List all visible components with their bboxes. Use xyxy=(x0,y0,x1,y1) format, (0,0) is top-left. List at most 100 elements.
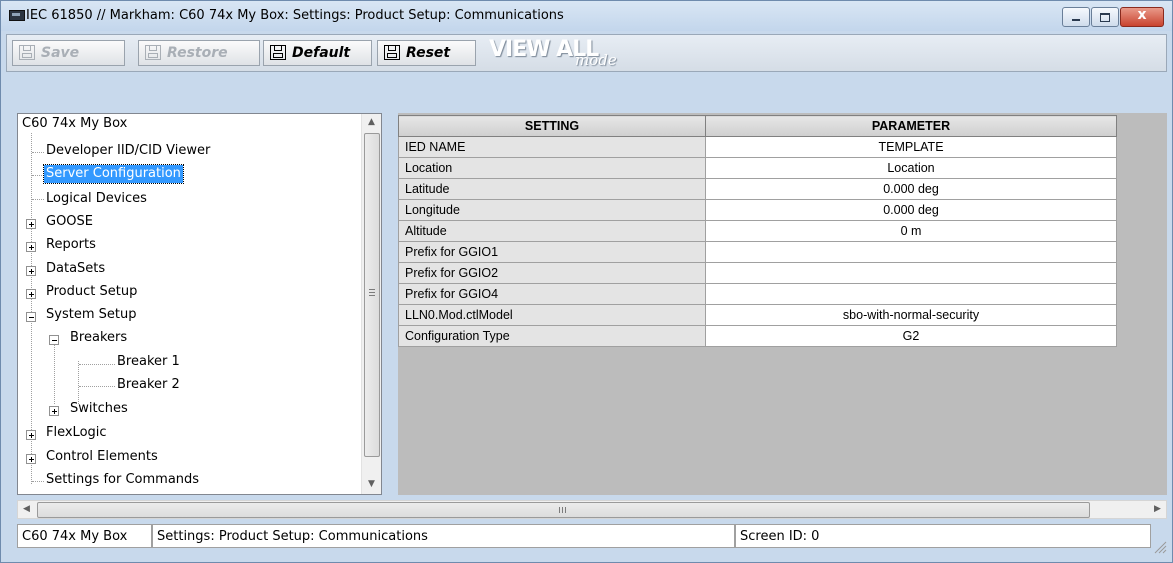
scroll-up-icon[interactable]: ▲ xyxy=(362,114,381,131)
tree-item-switches[interactable]: Switches xyxy=(70,399,128,419)
save-button[interactable]: Save xyxy=(12,40,125,66)
tree-item-product-setup[interactable]: Product Setup xyxy=(46,282,137,302)
tree-connector xyxy=(79,386,115,387)
status-device: C60 74x My Box xyxy=(17,524,152,548)
tree-item-developer-viewer[interactable]: Developer IID/CID Viewer xyxy=(46,141,210,161)
table-header-row: SETTING PARAMETER xyxy=(398,115,1117,137)
maximize-icon xyxy=(1100,13,1110,22)
setting-name-cell: Prefix for GGIO1 xyxy=(398,241,706,263)
table-row: Prefix for GGIO1 xyxy=(398,241,1117,263)
default-icon xyxy=(270,45,286,60)
tree-item-logical-devices[interactable]: Logical Devices xyxy=(46,189,147,209)
parameter-value-cell[interactable]: G2 xyxy=(705,325,1117,347)
tree-item-datasets[interactable]: DataSets xyxy=(46,259,105,279)
parameter-value-cell[interactable]: TEMPLATE xyxy=(705,136,1117,158)
setting-name-cell: IED NAME xyxy=(398,136,706,158)
window-controls: x xyxy=(1061,7,1164,27)
tree-item-settings-for-commands[interactable]: Settings for Commands xyxy=(46,470,199,490)
table-row: Longitude 0.000 deg xyxy=(398,199,1117,221)
expand-datasets-icon[interactable] xyxy=(26,266,36,276)
table-row: Altitude 0 m xyxy=(398,220,1117,242)
expand-goose-icon[interactable] xyxy=(26,219,36,229)
horizontal-scrollbar[interactable]: ◀ ▶ xyxy=(17,500,1167,519)
grip-line xyxy=(369,295,375,296)
parameter-value-cell[interactable]: 0.000 deg xyxy=(705,178,1117,200)
tree-item-breakers[interactable]: Breakers xyxy=(70,328,127,348)
tree-connector xyxy=(79,364,115,365)
collapse-breakers-icon[interactable] xyxy=(49,335,59,345)
settings-grid-panel: SETTING PARAMETER IED NAME TEMPLATE Loca… xyxy=(398,113,1167,495)
column-header-parameter: PARAMETER xyxy=(705,115,1117,137)
view-mode-label: mode xyxy=(575,51,617,69)
restore-icon xyxy=(145,45,161,60)
status-screen-id: Screen ID: 0 xyxy=(735,524,1151,548)
toolbar: Save Restore Default Reset VIEW ALL mode xyxy=(6,34,1167,72)
tree-item-control-elements[interactable]: Control Elements xyxy=(46,447,158,467)
parameter-value-cell[interactable]: 0.000 deg xyxy=(705,199,1117,221)
resize-grip-icon[interactable] xyxy=(1151,538,1167,554)
tree-item-server-configuration[interactable]: Server Configuration xyxy=(43,164,184,184)
tree-connector xyxy=(78,361,79,404)
setting-name-cell: Location xyxy=(398,157,706,179)
close-button[interactable]: x xyxy=(1120,7,1164,27)
app-icon xyxy=(9,10,25,21)
table-row: LLN0.Mod.ctlModel sbo-with-normal-securi… xyxy=(398,304,1117,326)
restore-label: Restore xyxy=(167,45,228,61)
status-path: Settings: Product Setup: Communications xyxy=(152,524,735,548)
grip-line xyxy=(565,507,566,513)
tree-item-breaker-2[interactable]: Breaker 2 xyxy=(117,375,180,395)
grip-line xyxy=(369,292,375,293)
parameter-value-cell[interactable] xyxy=(705,241,1117,263)
reset-button[interactable]: Reset xyxy=(377,40,476,66)
expand-reports-icon[interactable] xyxy=(26,242,36,252)
scroll-right-icon[interactable]: ▶ xyxy=(1149,501,1166,518)
setting-name-cell: Longitude xyxy=(398,199,706,221)
parameter-value-cell[interactable]: sbo-with-normal-security xyxy=(705,304,1117,326)
settings-tree-panel: C60 74x My Box Developer IID/CID Viewer … xyxy=(17,113,382,495)
grip-line xyxy=(559,507,560,513)
default-button[interactable]: Default xyxy=(263,40,372,66)
maximize-button[interactable] xyxy=(1091,7,1119,27)
expand-switches-icon[interactable] xyxy=(49,406,59,416)
close-icon: x xyxy=(1137,7,1147,23)
minimize-button[interactable] xyxy=(1062,7,1090,27)
parameter-value-cell[interactable] xyxy=(705,283,1117,305)
parameter-value-cell[interactable]: 0 m xyxy=(705,220,1117,242)
tree-connector xyxy=(54,340,55,404)
tree-scroll-thumb[interactable] xyxy=(364,133,380,457)
tree-connector xyxy=(32,481,44,482)
setting-name-cell: Prefix for GGIO4 xyxy=(398,283,706,305)
tree-vertical-scrollbar[interactable]: ▲ ▼ xyxy=(361,114,381,494)
tree-item-reports[interactable]: Reports xyxy=(46,235,96,255)
grip-line xyxy=(562,507,563,513)
setting-name-cell: Latitude xyxy=(398,178,706,200)
tree-item-system-setup[interactable]: System Setup xyxy=(46,305,136,325)
tree-connector xyxy=(32,175,44,176)
main-window: IEC 61850 // Markham: C60 74x My Box: Se… xyxy=(0,0,1173,563)
save-icon xyxy=(19,45,35,60)
tree-root[interactable]: C60 74x My Box xyxy=(22,114,127,134)
table-row: Location Location xyxy=(398,157,1117,179)
parameter-value-cell[interactable] xyxy=(705,262,1117,284)
expand-flexlogic-icon[interactable] xyxy=(26,430,36,440)
title-bar[interactable]: IEC 61850 // Markham: C60 74x My Box: Se… xyxy=(1,1,1172,31)
setting-name-cell: Configuration Type xyxy=(398,325,706,347)
collapse-system-setup-icon[interactable] xyxy=(26,312,36,322)
minimize-icon xyxy=(1072,19,1080,21)
parameter-value-cell[interactable]: Location xyxy=(705,157,1117,179)
restore-button[interactable]: Restore xyxy=(138,40,260,66)
tree-connector xyxy=(32,152,44,153)
settings-tree[interactable]: C60 74x My Box Developer IID/CID Viewer … xyxy=(18,114,363,494)
tree-item-flexlogic[interactable]: FlexLogic xyxy=(46,423,107,443)
expand-control-elements-icon[interactable] xyxy=(26,454,36,464)
default-label: Default xyxy=(292,45,351,61)
grip-line xyxy=(369,289,375,290)
tree-item-breaker-1[interactable]: Breaker 1 xyxy=(117,352,180,372)
reset-label: Reset xyxy=(406,45,451,61)
scroll-left-icon[interactable]: ◀ xyxy=(18,501,35,518)
horizontal-scroll-thumb[interactable] xyxy=(37,502,1090,518)
expand-product-setup-icon[interactable] xyxy=(26,289,36,299)
reset-icon xyxy=(384,45,400,60)
tree-item-goose[interactable]: GOOSE xyxy=(46,212,93,232)
scroll-down-icon[interactable]: ▼ xyxy=(362,476,381,493)
